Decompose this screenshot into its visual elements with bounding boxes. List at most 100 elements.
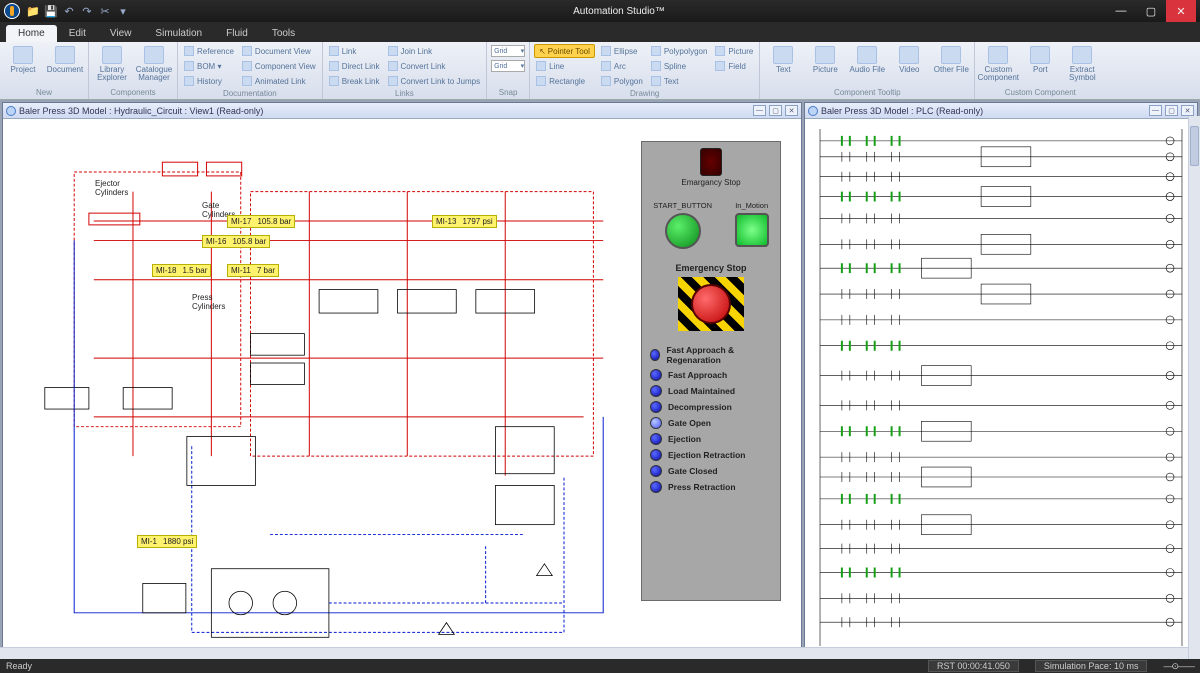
pointer-tool-button[interactable]: ↖Pointer Tool: [534, 44, 595, 58]
qat-undo-icon[interactable]: ↶: [61, 3, 77, 19]
document-button[interactable]: Document: [46, 44, 84, 74]
plc-scroll-v[interactable]: [1188, 116, 1200, 659]
plc-canvas[interactable]: [805, 119, 1197, 656]
tooltip-audio-button[interactable]: Audio File: [848, 44, 886, 74]
qat-redo-icon[interactable]: ↷: [79, 3, 95, 19]
project-button[interactable]: Project: [4, 44, 42, 74]
document-view-button[interactable]: Document View: [240, 44, 318, 58]
ribbon-group-components: Library Explorer Catalogue Manager Compo…: [89, 42, 178, 99]
measure-tag-MI-17[interactable]: MI-17105.8 bar: [227, 215, 295, 228]
custom-component-button[interactable]: Custom Component: [979, 44, 1017, 82]
tab-edit[interactable]: Edit: [57, 25, 98, 42]
text-icon: [651, 76, 661, 86]
library-explorer-button[interactable]: Library Explorer: [93, 44, 131, 82]
extract-symbol-button[interactable]: Extract Symbol: [1063, 44, 1101, 82]
measure-tag-MI-13[interactable]: MI-131797 psi: [432, 215, 497, 228]
joinlink-icon: [388, 46, 398, 56]
measure-tag-MI-18[interactable]: MI-181.5 bar: [152, 264, 211, 277]
led-row-1: Fast Approach: [642, 367, 780, 383]
port-button[interactable]: Port: [1021, 44, 1059, 74]
polygon-button[interactable]: Polygon: [599, 74, 645, 88]
plc-pane-title-bar[interactable]: Baler Press 3D Model : PLC (Read-only) —…: [805, 103, 1197, 119]
tooltip-video-button[interactable]: Video: [890, 44, 928, 74]
status-slider-icon[interactable]: —⊙——: [1163, 661, 1194, 672]
hydraulic-pane-title-bar[interactable]: Baler Press 3D Model : Hydraulic_Circuit…: [3, 103, 801, 119]
qat-dropdown-icon[interactable]: ▾: [115, 3, 131, 19]
polypolygon-button[interactable]: Polypolygon: [649, 44, 710, 58]
cc-icon: [988, 46, 1008, 64]
animated-link-button[interactable]: Animated Link: [240, 74, 318, 88]
estop-button[interactable]: [691, 284, 731, 324]
ribbon: Project Document New Library Explorer Ca…: [0, 42, 1200, 100]
press-label: Press Cylinders: [192, 293, 225, 311]
minimize-button[interactable]: —: [1106, 0, 1136, 22]
line-button[interactable]: Line: [534, 59, 595, 73]
plc-scroll-h[interactable]: [0, 647, 1188, 659]
catalogue-manager-button[interactable]: Catalogue Manager: [135, 44, 173, 82]
measure-tag-MI-16[interactable]: MI-16105.8 bar: [202, 235, 270, 248]
status-bar: Ready RST 00:00:41.050 Simulation Pace: …: [0, 659, 1200, 673]
direct-link-button[interactable]: Direct Link: [327, 59, 382, 73]
spline-button[interactable]: Spline: [649, 59, 710, 73]
snap-combo-1[interactable]: Grid▾: [491, 45, 525, 57]
pane-min-button[interactable]: —: [1149, 105, 1162, 116]
led-icon: [650, 401, 662, 413]
tooltip-picture-button[interactable]: Picture: [806, 44, 844, 74]
convjump-icon: [388, 76, 398, 86]
led-label: Gate Closed: [668, 466, 718, 476]
start-button[interactable]: [665, 213, 701, 249]
text-button[interactable]: Text: [649, 74, 710, 88]
status-ready: Ready: [6, 661, 32, 671]
tooltip-other-button[interactable]: Other File: [932, 44, 970, 74]
measure-tag-MI-11[interactable]: MI-117 bar: [227, 264, 279, 277]
qat-cut-icon[interactable]: ✂: [97, 3, 113, 19]
ellipse-button[interactable]: Ellipse: [599, 44, 645, 58]
convert-link-button[interactable]: Convert Link: [386, 59, 483, 73]
rectangle-button[interactable]: Rectangle: [534, 74, 595, 88]
pane-max-button[interactable]: ▢: [769, 105, 782, 116]
join-link-button[interactable]: Join Link: [386, 44, 483, 58]
project-icon: [13, 46, 33, 64]
spline-icon: [651, 61, 661, 71]
qat-folder-icon[interactable]: 📁: [25, 3, 41, 19]
measure-tag-MI-1[interactable]: MI-11880 psi: [137, 535, 197, 548]
extract-icon: [1072, 46, 1092, 64]
inmotion-indicator: [735, 213, 769, 247]
pane-min-button[interactable]: —: [753, 105, 766, 116]
picture-button[interactable]: Picture: [713, 44, 755, 58]
hydraulic-canvas[interactable]: Ejector Cylinders Gate Cylinders Press C…: [3, 119, 801, 656]
bom-button[interactable]: BOM ▾: [182, 59, 236, 73]
break-link-button[interactable]: Break Link: [327, 74, 382, 88]
bom-icon: [184, 61, 194, 71]
maximize-button[interactable]: ▢: [1136, 0, 1166, 22]
ellipse-icon: [601, 46, 611, 56]
tab-view[interactable]: View: [98, 25, 144, 42]
led-icon: [650, 433, 662, 445]
close-button[interactable]: ✕: [1166, 0, 1196, 22]
field-button[interactable]: Field: [713, 59, 755, 73]
pane-close-button[interactable]: ✕: [1181, 105, 1194, 116]
link-button[interactable]: Link: [327, 44, 382, 58]
tab-tools[interactable]: Tools: [260, 25, 307, 42]
pane-close-button[interactable]: ✕: [785, 105, 798, 116]
tooltip-text-button[interactable]: Text: [764, 44, 802, 74]
pane-max-button[interactable]: ▢: [1165, 105, 1178, 116]
snap-combo-2[interactable]: Grid▾: [491, 60, 525, 72]
arc-button[interactable]: Arc: [599, 59, 645, 73]
breaklink-icon: [329, 76, 339, 86]
component-view-button[interactable]: Component View: [240, 59, 318, 73]
tab-fluid[interactable]: Fluid: [214, 25, 260, 42]
reference-button[interactable]: Reference: [182, 44, 236, 58]
tab-simulation[interactable]: Simulation: [143, 25, 214, 42]
ribbon-group-documentation: Reference BOM ▾ History Document View Co…: [178, 42, 323, 99]
convert-link-jumps-button[interactable]: Convert Link to Jumps: [386, 74, 483, 88]
history-icon: [184, 76, 194, 86]
ribbon-group-component-tooltip: Text Picture Audio File Video Other File…: [760, 42, 975, 99]
tab-home[interactable]: Home: [6, 25, 57, 42]
tt-text-icon: [773, 46, 793, 64]
led-row-8: Press Retraction: [642, 479, 780, 495]
ribbon-group-drawing: ↖Pointer Tool Line Rectangle Ellipse Arc…: [530, 42, 760, 99]
qat-save-icon[interactable]: 💾: [43, 3, 59, 19]
history-button[interactable]: History: [182, 74, 236, 88]
led-icon: [650, 481, 662, 493]
